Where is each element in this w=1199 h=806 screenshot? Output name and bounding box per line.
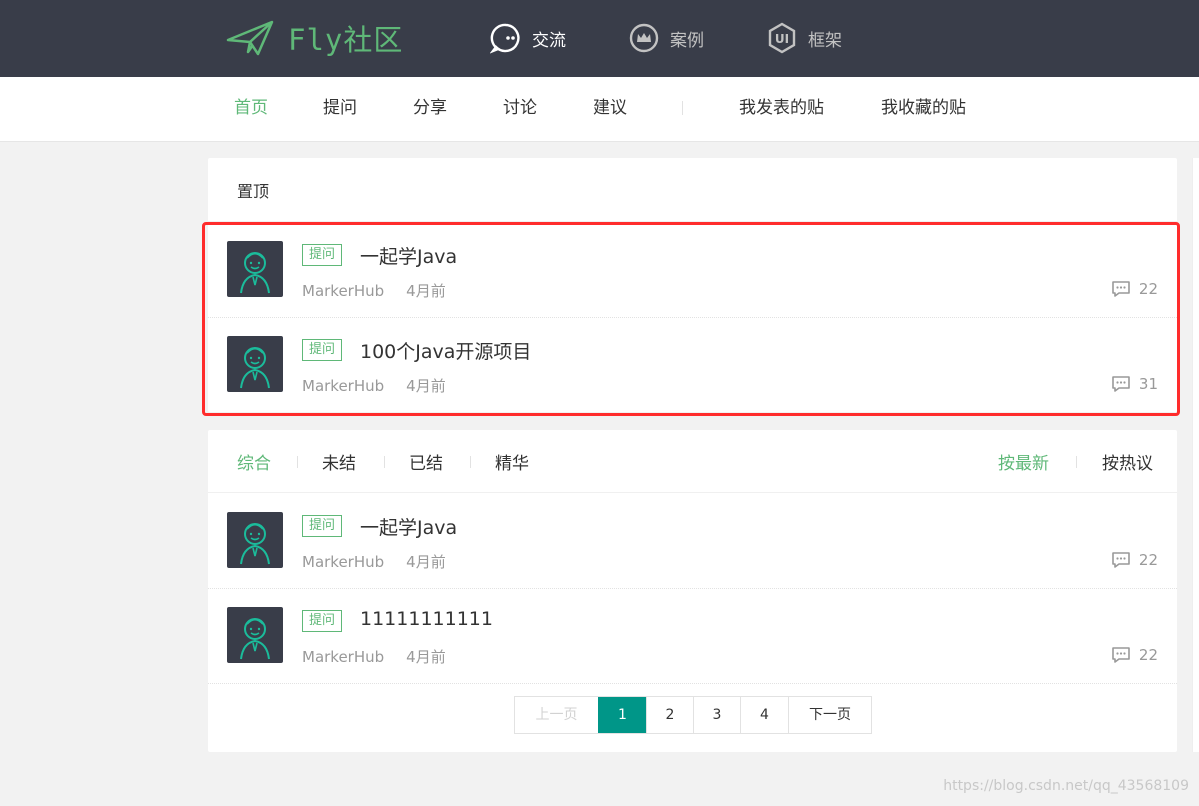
page-4-button[interactable]: 4 [740,697,788,733]
sort-hottest[interactable]: 按热议 [1102,449,1153,474]
watermark-text: https://blog.csdn.net/qq_43568109 [943,778,1189,794]
avatar[interactable] [227,241,283,297]
page-1-button[interactable]: 1 [598,697,646,733]
prev-page-button[interactable]: 上一页 [515,697,598,733]
svg-text:UI: UI [775,32,789,46]
comment-count: 22 [1138,646,1158,664]
post-title-link[interactable]: 100个Java开源项目 [360,337,531,364]
subnav-question[interactable]: 提问 [323,77,357,141]
post-time: 4月前 [406,282,446,300]
subnav-suggest[interactable]: 建议 [593,77,627,141]
post-author[interactable]: MarkerHub [302,648,384,666]
ui-badge-icon: UI [768,22,796,54]
avatar[interactable] [227,336,283,392]
post-meta: MarkerHub 4月前 [302,551,446,572]
user-avatar-icon [240,618,270,660]
page-2-button[interactable]: 2 [646,697,693,733]
pinned-post[interactable]: 提问 一起学Java MarkerHub 4月前 22 [208,222,1177,318]
sort-newest[interactable]: 按最新 [998,449,1049,474]
top-nav: 交流 案例 UI 框架 [490,22,904,54]
pinned-post[interactable]: 提问 100个Java开源项目 MarkerHub 4月前 31 [208,317,1177,412]
logo[interactable]: Fly社区 [226,14,403,62]
post-comment-count: 22 [1111,280,1158,298]
post-badge: 提问 [302,610,343,632]
user-avatar-icon [240,523,270,565]
subnav-divider [682,101,683,115]
filter-divider [470,456,471,468]
logo-text: Fly社区 [288,23,404,57]
paper-plane-icon [226,20,274,56]
list-post[interactable]: 提问 11111111111 MarkerHub 4月前 22 [208,588,1177,684]
top-nav-exchange[interactable]: 交流 [490,22,566,54]
subnav-home[interactable]: 首页 [234,77,268,141]
pinned-panel-title: 置顶 [237,182,270,201]
chat-bubble-icon [490,23,520,54]
list-post[interactable]: 提问 一起学Java MarkerHub 4月前 22 [208,493,1177,589]
comment-icon [1112,647,1130,663]
post-meta: MarkerHub 4月前 [302,280,446,301]
top-nav-framework-label: 框架 [808,30,842,51]
top-nav-cases-label: 案例 [670,30,704,51]
subnav-share[interactable]: 分享 [413,77,447,141]
pinned-panel: 置顶 提问 一起学Java MarkerHub 4月前 22 提问 100个Ja… [208,158,1177,412]
sort-divider [1076,456,1077,468]
user-avatar-icon [240,252,270,294]
post-author[interactable]: MarkerHub [302,377,384,395]
filter-divider [384,456,385,468]
filter-unresolved[interactable]: 未结 [322,449,356,474]
post-meta: MarkerHub 4月前 [302,375,446,396]
post-title-link[interactable]: 11111111111 [360,608,493,630]
pagination: 上一页 1 2 3 4 下一页 [514,696,872,734]
filter-bar: 综合 未结 已结 精华 按最新 按热议 [208,430,1177,493]
comment-icon [1112,376,1130,392]
top-header: Fly社区 交流 案例 UI 框架 [0,0,1199,77]
post-badge: 提问 [302,244,343,266]
comment-count: 22 [1138,551,1158,569]
post-comment-count: 22 [1111,551,1158,569]
post-badge: 提问 [302,515,343,537]
subnav-discuss[interactable]: 讨论 [503,77,537,141]
subnav-my-posts[interactable]: 我发表的贴 [739,77,824,141]
post-title-link[interactable]: 一起学Java [360,242,457,269]
next-page-button[interactable]: 下一页 [788,697,871,733]
post-comment-count: 22 [1111,646,1158,664]
post-badge: 提问 [302,339,343,361]
subnav-my-favorites[interactable]: 我收藏的贴 [881,77,966,141]
post-time: 4月前 [406,553,446,571]
comment-count: 22 [1138,280,1158,298]
crown-icon [629,23,659,53]
post-list-panel: 综合 未结 已结 精华 按最新 按热议 提问 一起学Java MarkerHub… [208,430,1177,752]
filter-divider [297,456,298,468]
post-author[interactable]: MarkerHub [302,282,384,300]
page-3-button[interactable]: 3 [693,697,740,733]
comment-icon [1112,552,1130,568]
top-nav-framework[interactable]: UI 框架 [766,22,842,54]
filter-all[interactable]: 综合 [237,449,271,474]
user-avatar-icon [240,347,270,389]
post-meta: MarkerHub 4月前 [302,646,446,667]
post-title-link[interactable]: 一起学Java [360,513,457,540]
avatar[interactable] [227,512,283,568]
sub-nav: 首页 提问 分享 讨论 建议 我发表的贴 我收藏的贴 [0,77,1199,142]
post-comment-count: 31 [1111,375,1158,393]
post-time: 4月前 [406,377,446,395]
avatar[interactable] [227,607,283,663]
right-sidebar-edge [1192,158,1199,752]
post-time: 4月前 [406,648,446,666]
top-nav-exchange-label: 交流 [532,30,566,51]
comment-count: 31 [1138,375,1158,393]
filter-featured[interactable]: 精华 [495,449,529,474]
top-nav-cases[interactable]: 案例 [628,22,704,54]
filter-resolved[interactable]: 已结 [409,449,443,474]
post-author[interactable]: MarkerHub [302,553,384,571]
comment-icon [1112,281,1130,297]
pinned-panel-header: 置顶 [208,158,1177,222]
